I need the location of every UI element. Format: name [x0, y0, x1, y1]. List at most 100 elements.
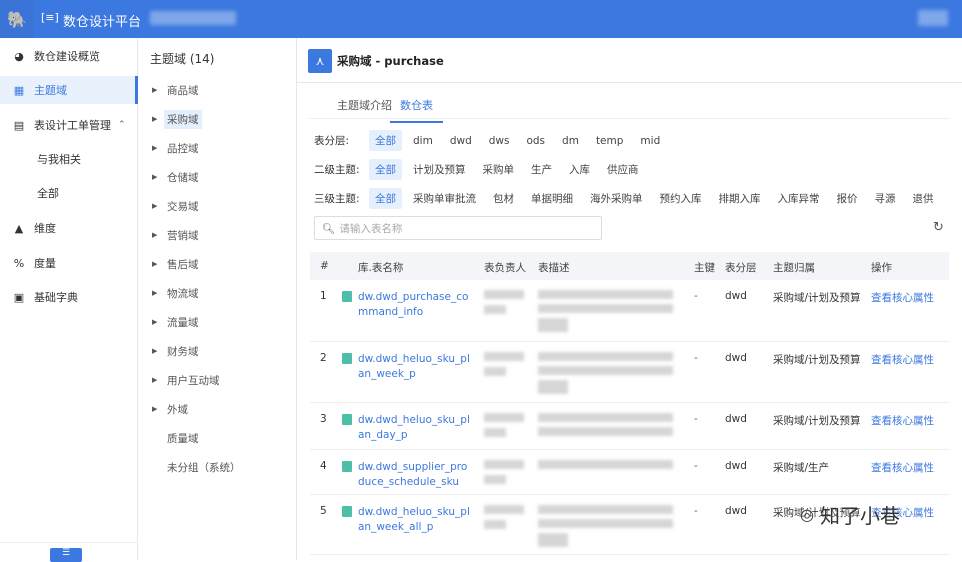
tree-item[interactable]: ▶ 流量域 — [152, 312, 202, 332]
caret-right-icon: ▶ — [152, 115, 158, 123]
filter-chip[interactable]: dwd — [444, 132, 478, 150]
subject-domain: 采购域/生产 — [773, 462, 830, 474]
caret-right-icon: ▶ — [152, 318, 158, 326]
caret-right-icon: ▶ — [152, 202, 158, 210]
filter-chip[interactable]: 入库异常 — [772, 188, 826, 209]
tree-item[interactable]: ▶ 商品域 — [152, 80, 202, 100]
primary-key: - — [694, 413, 698, 425]
caret-right-icon: ▶ — [152, 86, 158, 94]
table-row: 1 dw.dwd_purchase_command_info - dwd 采购域… — [310, 280, 949, 342]
table-name-link[interactable]: dw.dwd_heluo_sku_plan_week_p — [358, 352, 470, 382]
sidebar-item-label: 度量 — [34, 257, 56, 270]
sidebar-item[interactable]: ◕ 数仓建设概览 — [0, 42, 138, 70]
filter-label: 三级主题: — [314, 193, 360, 205]
filter-chip[interactable]: dws — [483, 132, 516, 150]
tree-item-label: 流量域 — [167, 316, 199, 329]
filter-chip[interactable]: 计划及预算 — [407, 159, 472, 180]
tree-item[interactable]: ▶ 交易域 — [152, 196, 202, 216]
tree-item-label: 交易域 — [167, 200, 199, 213]
sidebar-item[interactable]: ▣ 基础字典 — [0, 283, 138, 311]
filter-chip[interactable]: 全部 — [369, 188, 402, 209]
table-layer: dwd — [725, 413, 747, 425]
filter-chip[interactable]: mid — [634, 132, 666, 150]
caret-right-icon: ▶ — [152, 289, 158, 297]
filter-chip[interactable]: 报价 — [831, 188, 864, 209]
filter-chip[interactable]: 海外采购单 — [584, 188, 649, 209]
sidebar-item-label: 维度 — [34, 222, 56, 235]
sidebar-item-label: 全部 — [37, 187, 59, 200]
view-core-attributes-link[interactable]: 查看核心属性 — [871, 290, 934, 305]
tree-item-label: 物流域 — [167, 287, 199, 300]
sidebar-item[interactable]: 全部 — [0, 179, 138, 207]
filter-chip[interactable]: 生产 — [525, 159, 558, 180]
sidebar-item[interactable]: % 度量 — [0, 249, 138, 277]
table-name-link[interactable]: dw.dwd_heluo_sku_plan_week_all_p — [358, 505, 470, 535]
tree-item-label: 用户互动域 — [167, 374, 220, 387]
column-header: 主题归属 — [773, 262, 815, 274]
tree-item[interactable]: ▶ 用户互动域 — [152, 370, 223, 390]
table-name-link[interactable]: dw.dwd_purchase_command_info — [358, 290, 470, 320]
tree-item[interactable]: 未分组（系统） — [152, 457, 244, 477]
filter-chip[interactable]: 采购单 — [477, 159, 521, 180]
table-icon — [342, 461, 352, 472]
tree-item[interactable]: ▶ 物流域 — [152, 283, 202, 303]
table-icon — [342, 353, 352, 364]
table-layer: dwd — [725, 290, 747, 302]
filter-chip[interactable]: 单据明细 — [525, 188, 579, 209]
table-icon — [342, 506, 352, 517]
filter-chip[interactable]: 退供 — [907, 188, 940, 209]
table-layer: dwd — [725, 352, 747, 364]
table-header: # 库.表名称 表负责人 表描述 主键 表分层 主题归属 操作 — [310, 252, 949, 280]
sidebar-item[interactable]: ▤ 表设计工单管理 ⌃ — [0, 111, 138, 139]
filter-chip[interactable]: 供应商 — [601, 159, 645, 180]
column-header: 表负责人 — [484, 262, 526, 274]
sidebar-item[interactable]: ▦ 主题域 — [0, 76, 138, 104]
sidebar-item[interactable]: ▲ 维度 — [0, 214, 138, 242]
filter-chip[interactable]: 入库 — [563, 159, 596, 180]
primary-key: - — [694, 352, 698, 364]
filter-chip[interactable]: 寻源 — [869, 188, 902, 209]
filter-chip[interactable]: 全部 — [369, 130, 402, 151]
search-input[interactable]: 🔍︎ 请输入表名称 — [314, 216, 602, 240]
tree-item[interactable]: ▶ 仓储域 — [152, 167, 202, 187]
tab-tables[interactable]: 数仓表 — [390, 97, 443, 123]
tree-item[interactable]: ▶ 财务域 — [152, 341, 202, 361]
page-title: 采购域 - purchase — [337, 54, 444, 68]
tree-item[interactable]: ▶ 营销域 — [152, 225, 202, 245]
project-selector[interactable] — [150, 11, 236, 25]
refresh-icon[interactable]: ↻ — [933, 220, 944, 235]
tree-item[interactable]: ▶ 采购域 — [152, 109, 202, 129]
table-name-link[interactable]: dw.dwd_heluo_sku_plan_day_p — [358, 413, 470, 443]
tree-item[interactable]: 质量域 — [152, 428, 202, 448]
view-core-attributes-link[interactable]: 查看核心属性 — [871, 413, 934, 428]
view-core-attributes-link[interactable]: 查看核心属性 — [871, 460, 934, 475]
caret-right-icon: ▶ — [152, 260, 158, 268]
column-header: 主键 — [694, 262, 715, 274]
filter-chip[interactable]: 预约入库 — [654, 188, 708, 209]
filter-chip[interactable]: dim — [407, 132, 439, 150]
tree-item[interactable]: ▶ 售后域 — [152, 254, 202, 274]
tree-item[interactable]: ▶ 外域 — [152, 399, 191, 419]
filter-chip[interactable]: 排期入库 — [713, 188, 767, 209]
filter-chip[interactable]: 全部 — [369, 159, 402, 180]
sidebar-item[interactable]: 与我相关 — [0, 145, 138, 173]
search-placeholder: 请输入表名称 — [339, 222, 403, 235]
tree-item[interactable]: ▶ 品控域 — [152, 138, 202, 158]
caret-right-icon: ▶ — [152, 347, 158, 355]
primary-key: - — [694, 460, 698, 472]
filter-chip[interactable]: dm — [556, 132, 585, 150]
user-avatar[interactable] — [918, 10, 948, 26]
book-icon: ▣ — [13, 290, 25, 304]
filter-chip[interactable]: temp — [590, 132, 629, 150]
view-core-attributes-link[interactable]: 查看核心属性 — [871, 352, 934, 367]
caret-right-icon: ▶ — [152, 376, 158, 384]
filter-chip[interactable]: 包材 — [487, 188, 520, 209]
elephant-logo-icon[interactable]: 🐘 — [0, 0, 34, 38]
table-name-link[interactable]: dw.dwd_supplier_produce_schedule_sku — [358, 460, 470, 490]
table-icon — [342, 291, 352, 302]
filter-chip[interactable]: ods — [520, 132, 551, 150]
subject-domain: 采购域/计划及预算 — [773, 354, 861, 366]
filter-chip[interactable]: 采购单审批流 — [407, 188, 482, 209]
row-number: 2 — [320, 352, 327, 364]
column-header: 表分层 — [725, 262, 757, 274]
